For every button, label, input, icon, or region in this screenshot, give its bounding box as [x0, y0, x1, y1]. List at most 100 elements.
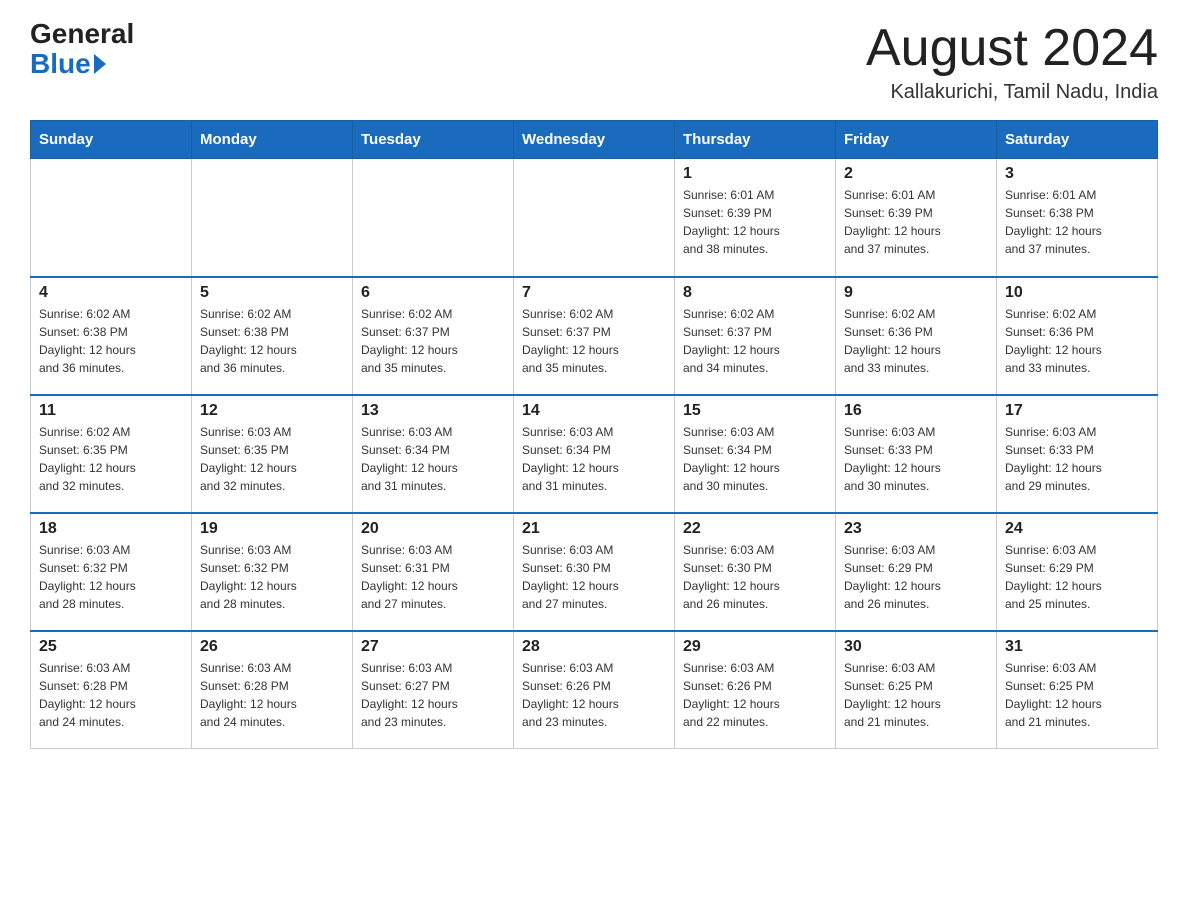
calendar-cell: 30 Sunrise: 6:03 AM Sunset: 6:25 PM Dayli…	[836, 631, 997, 749]
calendar-cell: 2 Sunrise: 6:01 AM Sunset: 6:39 PM Daylig…	[836, 159, 997, 277]
day-number: 30	[844, 638, 988, 656]
day-info: Sunrise: 6:02 AM Sunset: 6:36 PM Dayligh…	[844, 305, 988, 377]
calendar-cell: 12 Sunrise: 6:03 AM Sunset: 6:35 PM Dayli…	[192, 395, 353, 513]
calendar-cell: 10 Sunrise: 6:02 AM Sunset: 6:36 PM Dayli…	[997, 277, 1158, 395]
day-number: 15	[683, 402, 827, 420]
calendar-cell: 27Sunrise: 6:03 AM Sunset: 6:27 PM Dayli…	[353, 631, 514, 749]
calendar-cell: 28 Sunrise: 6:03 AM Sunset: 6:26 PM Dayli…	[514, 631, 675, 749]
calendar-cell: 13 Sunrise: 6:03 AM Sunset: 6:34 PM Dayli…	[353, 395, 514, 513]
day-number: 17	[1005, 402, 1149, 420]
day-number: 23	[844, 520, 988, 538]
calendar-table: SundayMondayTuesdayWednesdayThursdayFrid…	[30, 120, 1158, 749]
day-info: Sunrise: 6:03 AM Sunset: 6:25 PM Dayligh…	[844, 659, 988, 731]
day-info: Sunrise: 6:03 AM Sunset: 6:31 PM Dayligh…	[361, 541, 505, 613]
calendar-cell: 18 Sunrise: 6:03 AM Sunset: 6:32 PM Dayli…	[31, 513, 192, 631]
day-number: 26	[200, 638, 344, 656]
calendar-cell: 21Sunrise: 6:03 AM Sunset: 6:30 PM Dayli…	[514, 513, 675, 631]
calendar-cell: 9 Sunrise: 6:02 AM Sunset: 6:36 PM Daylig…	[836, 277, 997, 395]
day-info: Sunrise: 6:03 AM Sunset: 6:34 PM Dayligh…	[522, 423, 666, 495]
day-number: 4	[39, 284, 183, 302]
day-info: Sunrise: 6:03 AM Sunset: 6:29 PM Dayligh…	[844, 541, 988, 613]
day-number: 25	[39, 638, 183, 656]
day-number: 8	[683, 284, 827, 302]
day-info: Sunrise: 6:03 AM Sunset: 6:32 PM Dayligh…	[200, 541, 344, 613]
day-info: Sunrise: 6:02 AM Sunset: 6:37 PM Dayligh…	[361, 305, 505, 377]
calendar-cell: 15 Sunrise: 6:03 AM Sunset: 6:34 PM Dayli…	[675, 395, 836, 513]
day-number: 29	[683, 638, 827, 656]
calendar-cell: 29 Sunrise: 6:03 AM Sunset: 6:26 PM Dayli…	[675, 631, 836, 749]
day-number: 13	[361, 402, 505, 420]
calendar-cell: 11 Sunrise: 6:02 AM Sunset: 6:35 PM Dayli…	[31, 395, 192, 513]
day-info: Sunrise: 6:01 AM Sunset: 6:38 PM Dayligh…	[1005, 186, 1149, 258]
col-header-monday: Monday	[192, 121, 353, 159]
col-header-wednesday: Wednesday	[514, 121, 675, 159]
calendar-cell: 6 Sunrise: 6:02 AM Sunset: 6:37 PM Daylig…	[353, 277, 514, 395]
logo-blue-text: Blue	[30, 48, 106, 80]
day-info: Sunrise: 6:03 AM Sunset: 6:35 PM Dayligh…	[200, 423, 344, 495]
month-year-title: August 2024	[866, 20, 1158, 77]
calendar-cell: 20 Sunrise: 6:03 AM Sunset: 6:31 PM Dayli…	[353, 513, 514, 631]
day-info: Sunrise: 6:01 AM Sunset: 6:39 PM Dayligh…	[683, 186, 827, 258]
calendar-cell: 3 Sunrise: 6:01 AM Sunset: 6:38 PM Daylig…	[997, 159, 1158, 277]
logo: General Blue	[30, 20, 134, 80]
calendar-cell: 4 Sunrise: 6:02 AM Sunset: 6:38 PM Daylig…	[31, 277, 192, 395]
day-number: 12	[200, 402, 344, 420]
calendar-cell: 25 Sunrise: 6:03 AM Sunset: 6:28 PM Dayli…	[31, 631, 192, 749]
title-block: August 2024 Kallakurichi, Tamil Nadu, In…	[866, 20, 1158, 104]
day-number: 24	[1005, 520, 1149, 538]
day-info: Sunrise: 6:03 AM Sunset: 6:26 PM Dayligh…	[522, 659, 666, 731]
col-header-sunday: Sunday	[31, 121, 192, 159]
day-number: 10	[1005, 284, 1149, 302]
day-info: Sunrise: 6:02 AM Sunset: 6:38 PM Dayligh…	[39, 305, 183, 377]
day-number: 9	[844, 284, 988, 302]
day-number: 5	[200, 284, 344, 302]
day-info: Sunrise: 6:02 AM Sunset: 6:38 PM Dayligh…	[200, 305, 344, 377]
day-info: Sunrise: 6:03 AM Sunset: 6:32 PM Dayligh…	[39, 541, 183, 613]
calendar-cell	[514, 159, 675, 277]
day-number: 6	[361, 284, 505, 302]
day-number: 19	[200, 520, 344, 538]
col-header-saturday: Saturday	[997, 121, 1158, 159]
logo-general-text: General	[30, 20, 134, 48]
day-number: 16	[844, 402, 988, 420]
day-number: 7	[522, 284, 666, 302]
calendar-cell: 14 Sunrise: 6:03 AM Sunset: 6:34 PM Dayli…	[514, 395, 675, 513]
day-number: 1	[683, 165, 827, 183]
location-subtitle: Kallakurichi, Tamil Nadu, India	[866, 81, 1158, 104]
col-header-tuesday: Tuesday	[353, 121, 514, 159]
day-info: Sunrise: 6:03 AM Sunset: 6:28 PM Dayligh…	[200, 659, 344, 731]
day-number: 14	[522, 402, 666, 420]
day-info: Sunrise: 6:03 AM Sunset: 6:34 PM Dayligh…	[361, 423, 505, 495]
day-info: Sunrise: 6:03 AM Sunset: 6:30 PM Dayligh…	[522, 541, 666, 613]
calendar-cell: 1 Sunrise: 6:01 AM Sunset: 6:39 PM Daylig…	[675, 159, 836, 277]
calendar-cell: 22Sunrise: 6:03 AM Sunset: 6:30 PM Dayli…	[675, 513, 836, 631]
page-header: General Blue August 2024 Kallakurichi, T…	[30, 20, 1158, 104]
day-number: 3	[1005, 165, 1149, 183]
day-info: Sunrise: 6:03 AM Sunset: 6:28 PM Dayligh…	[39, 659, 183, 731]
day-info: Sunrise: 6:01 AM Sunset: 6:39 PM Dayligh…	[844, 186, 988, 258]
day-info: Sunrise: 6:03 AM Sunset: 6:30 PM Dayligh…	[683, 541, 827, 613]
day-info: Sunrise: 6:02 AM Sunset: 6:36 PM Dayligh…	[1005, 305, 1149, 377]
day-info: Sunrise: 6:02 AM Sunset: 6:37 PM Dayligh…	[683, 305, 827, 377]
day-info: Sunrise: 6:02 AM Sunset: 6:35 PM Dayligh…	[39, 423, 183, 495]
calendar-cell: 19 Sunrise: 6:03 AM Sunset: 6:32 PM Dayli…	[192, 513, 353, 631]
day-info: Sunrise: 6:02 AM Sunset: 6:37 PM Dayligh…	[522, 305, 666, 377]
day-info: Sunrise: 6:03 AM Sunset: 6:29 PM Dayligh…	[1005, 541, 1149, 613]
calendar-cell: 5 Sunrise: 6:02 AM Sunset: 6:38 PM Daylig…	[192, 277, 353, 395]
calendar-cell: 31Sunrise: 6:03 AM Sunset: 6:25 PM Dayli…	[997, 631, 1158, 749]
calendar-cell: 24 Sunrise: 6:03 AM Sunset: 6:29 PM Dayli…	[997, 513, 1158, 631]
col-header-thursday: Thursday	[675, 121, 836, 159]
calendar-cell: 7 Sunrise: 6:02 AM Sunset: 6:37 PM Daylig…	[514, 277, 675, 395]
day-number: 18	[39, 520, 183, 538]
calendar-cell	[31, 159, 192, 277]
day-number: 20	[361, 520, 505, 538]
day-info: Sunrise: 6:03 AM Sunset: 6:26 PM Dayligh…	[683, 659, 827, 731]
day-number: 28	[522, 638, 666, 656]
day-number: 11	[39, 402, 183, 420]
day-info: Sunrise: 6:03 AM Sunset: 6:34 PM Dayligh…	[683, 423, 827, 495]
day-number: 2	[844, 165, 988, 183]
day-info: Sunrise: 6:03 AM Sunset: 6:33 PM Dayligh…	[844, 423, 988, 495]
calendar-cell	[192, 159, 353, 277]
logo-triangle-icon	[94, 54, 106, 74]
calendar-cell: 17Sunrise: 6:03 AM Sunset: 6:33 PM Dayli…	[997, 395, 1158, 513]
